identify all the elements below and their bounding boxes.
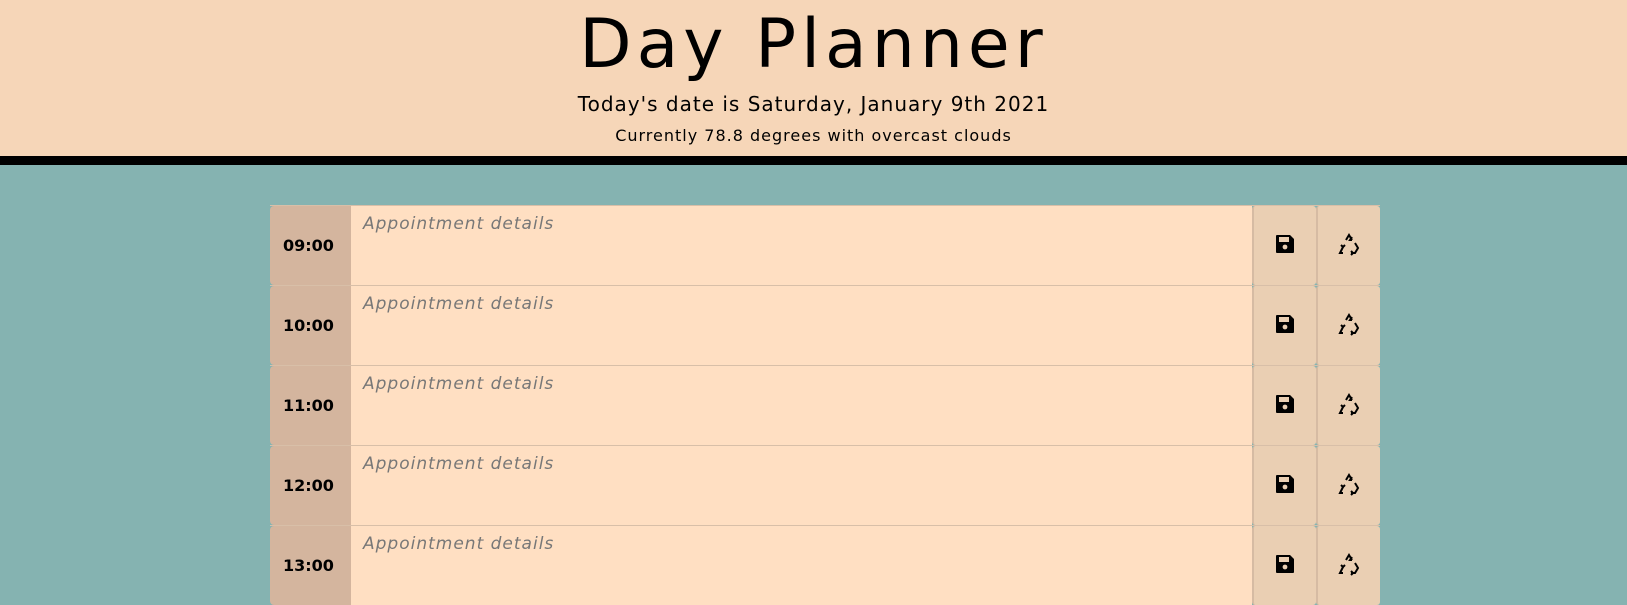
recycle-icon [1337, 312, 1361, 340]
save-button[interactable] [1252, 366, 1316, 445]
appointment-field[interactable]: Appointment details [351, 206, 1252, 285]
recycle-icon [1337, 392, 1361, 420]
recycle-icon [1337, 232, 1361, 260]
appointment-input[interactable] [351, 526, 1252, 605]
clear-button[interactable] [1316, 366, 1380, 445]
save-button[interactable] [1252, 446, 1316, 525]
page-header: Day Planner Today's date is Saturday, Ja… [0, 0, 1627, 165]
hour-label: 11:00 [270, 366, 351, 445]
clear-button[interactable] [1316, 526, 1380, 605]
time-block-list: 09:00 Appointment details 10:00 Appointm… [270, 205, 1380, 605]
appointment-field[interactable]: Appointment details [351, 366, 1252, 445]
time-block-row: 13:00 Appointment details [270, 525, 1380, 605]
appointment-input[interactable] [351, 366, 1252, 445]
recycle-icon [1337, 552, 1361, 580]
appointment-field[interactable]: Appointment details [351, 526, 1252, 605]
weather-text: Currently 78.8 degrees with overcast clo… [615, 126, 1012, 145]
hour-label: 09:00 [270, 206, 351, 285]
time-block-row: 11:00 Appointment details [270, 365, 1380, 445]
clear-button[interactable] [1316, 446, 1380, 525]
time-block-row: 12:00 Appointment details [270, 445, 1380, 525]
save-button[interactable] [1252, 286, 1316, 365]
appointment-input[interactable] [351, 446, 1252, 525]
time-block-row: 10:00 Appointment details [270, 285, 1380, 365]
save-icon [1273, 472, 1297, 500]
appointment-input[interactable] [351, 286, 1252, 365]
page-title: Day Planner [579, 5, 1048, 84]
appointment-input[interactable] [351, 206, 1252, 285]
current-date: Today's date is Saturday, January 9th 20… [577, 92, 1050, 116]
clear-button[interactable] [1316, 286, 1380, 365]
hour-label: 10:00 [270, 286, 351, 365]
save-button[interactable] [1252, 526, 1316, 605]
recycle-icon [1337, 472, 1361, 500]
clear-button[interactable] [1316, 206, 1380, 285]
hour-label: 12:00 [270, 446, 351, 525]
save-icon [1273, 232, 1297, 260]
time-block-row: 09:00 Appointment details [270, 205, 1380, 285]
save-icon [1273, 552, 1297, 580]
appointment-field[interactable]: Appointment details [351, 446, 1252, 525]
save-button[interactable] [1252, 206, 1316, 285]
save-icon [1273, 392, 1297, 420]
save-icon [1273, 312, 1297, 340]
appointment-field[interactable]: Appointment details [351, 286, 1252, 365]
hour-label: 13:00 [270, 526, 351, 605]
